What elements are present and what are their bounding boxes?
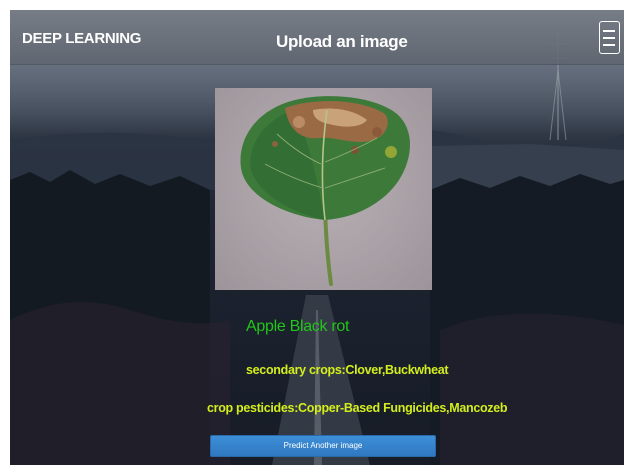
hamburger-menu-icon[interactable]	[599, 21, 620, 54]
secondary-crops-text: secondary crops:Clover,Buckwheat	[246, 363, 449, 377]
brand-title[interactable]: DEEP LEARNING	[22, 30, 141, 47]
app-viewport: DEEP LEARNING Upload an image Apple Blac…	[10, 10, 624, 465]
leaf-photo	[240, 96, 410, 286]
menu-bar	[603, 44, 615, 46]
predict-another-image-button[interactable]: Predict Another image	[210, 435, 436, 457]
menu-bar	[603, 30, 615, 32]
top-navbar: DEEP LEARNING Upload an image	[10, 10, 624, 65]
uploaded-image	[215, 88, 432, 290]
menu-bar	[603, 37, 615, 39]
disease-label: Apple Black rot	[246, 318, 350, 335]
page-title: Upload an image	[276, 32, 408, 51]
crop-pesticides-text: crop pesticides:Copper-Based Fungicides,…	[207, 401, 508, 415]
